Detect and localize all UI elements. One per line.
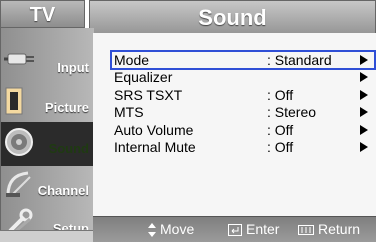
menu-item-mts[interactable]: MTS : Stereo [112,104,374,120]
footer-return-hint: Return [298,221,360,237]
menu-item-label: MTS [114,104,144,120]
sidebar-item-picture[interactable]: Picture [1,81,94,121]
enter-key-icon [228,224,242,237]
menu-item-value: : Off [267,139,294,155]
sidebar-item-label: Channel [37,183,89,198]
menu-item-label: Auto Volume [114,122,194,138]
menu-item-value: : Stereo [267,104,317,120]
chevron-right-icon [360,90,368,100]
sidebar: Input Picture Sound Channel Setup [0,28,94,236]
input-plug-icon [4,53,34,65]
sound-menu-panel: Mode : Standard Equalizer SRS TSXT : Off… [93,33,376,216]
menu-item-label: Internal Mute [114,139,196,155]
menu-item-label: SRS TSXT [114,87,183,103]
footer-enter-label: Enter [246,221,280,237]
page-title: Sound [89,0,376,33]
menu-item-internal-mute[interactable]: Internal Mute : Off [112,139,374,155]
footer-enter-hint: Enter [228,221,279,237]
chevron-right-icon [360,142,368,152]
menu-item-label: Equalizer [114,69,173,85]
sidebar-item-label: Sound [48,141,89,156]
chevron-right-icon [360,55,368,65]
footer-help-bar: Move Enter Return [93,216,376,242]
chevron-right-icon [360,72,368,82]
chevron-right-icon [360,125,368,135]
chevron-right-icon [360,107,368,117]
menu-item-equalizer[interactable]: Equalizer [112,69,374,85]
return-key-icon [298,225,314,236]
menu-item-srs-tsxt[interactable]: SRS TSXT : Off [112,87,374,103]
menu-item-mode[interactable]: Mode : Standard [110,50,376,70]
sidebar-item-label: Picture [44,100,89,115]
footer-return-label: Return [318,221,361,237]
footer-move-hint: Move [148,221,195,238]
menu-item-value: : Off [267,87,294,103]
menu-item-label: Mode [114,52,150,68]
sidebar-item-input[interactable]: Input [1,41,94,81]
menu-item-value: : Standard [267,52,332,68]
sidebar-item-channel[interactable]: Channel [1,164,94,204]
up-down-arrow-icon [148,223,156,238]
speaker-icon [5,128,33,156]
satellite-dish-icon [6,171,31,197]
sidebar-item-label: Input [57,60,89,75]
footer-move-label: Move [160,221,195,237]
menu-item-auto-volume[interactable]: Auto Volume : Off [112,122,374,138]
picture-icon [5,87,23,115]
menu-item-value: : Off [267,122,294,138]
menu-category-header: TV [0,0,85,28]
sidebar-item-sound[interactable]: Sound [1,122,94,162]
